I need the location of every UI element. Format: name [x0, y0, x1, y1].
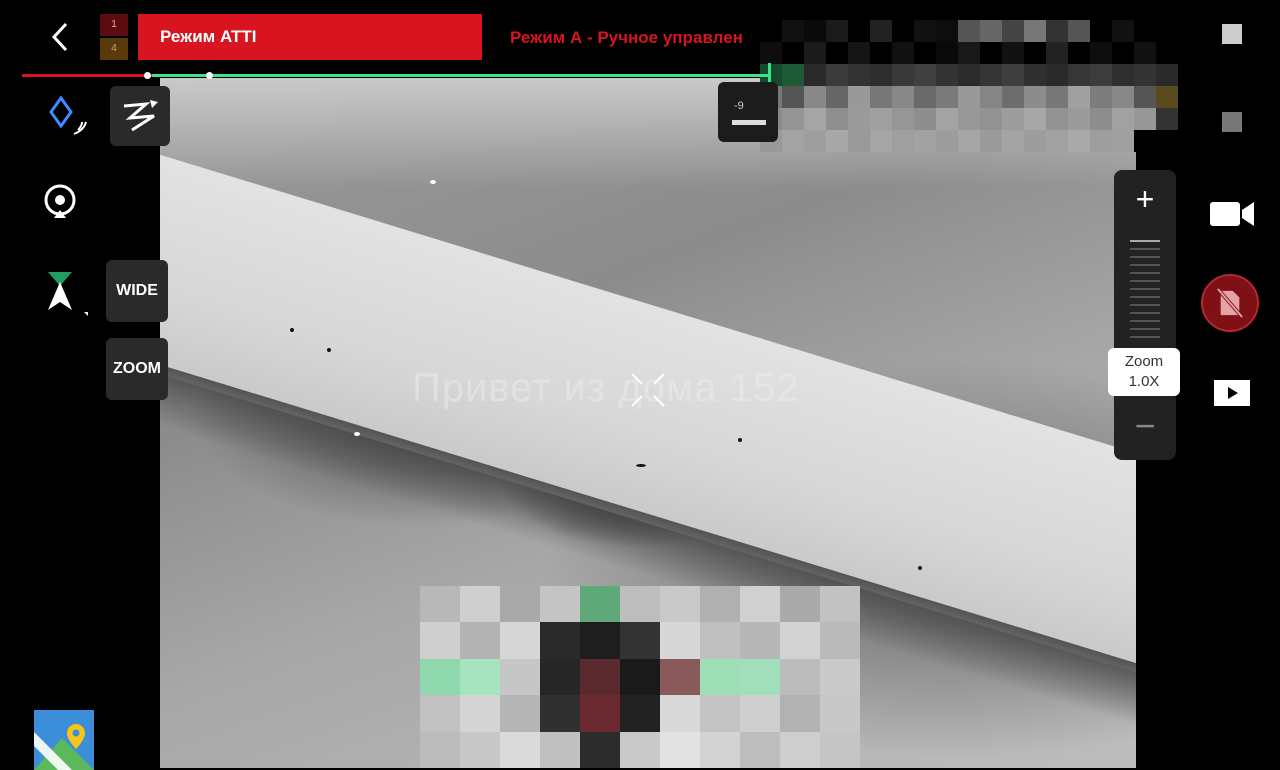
status-progress-bar: [22, 63, 772, 85]
flight-mode-badge[interactable]: Режим ATTI: [138, 14, 482, 60]
thermal-camera-feed[interactable]: Привет из дома 152: [160, 78, 1136, 768]
map-button[interactable]: [34, 710, 94, 770]
video-camera-icon[interactable]: [1208, 196, 1256, 232]
battery-cell: 1: [100, 14, 128, 36]
thermal-speck: [738, 438, 742, 442]
diamond-signal-icon[interactable]: [44, 94, 92, 142]
thermal-speck: [918, 566, 922, 570]
zoom-readout: Zoom 1.0X: [1108, 348, 1180, 396]
back-button[interactable]: [46, 20, 76, 54]
zoom-out-button[interactable]: −: [1114, 398, 1176, 458]
censor-mosaic-top: [760, 20, 1200, 152]
video-watermark: Привет из дома 152: [412, 366, 800, 410]
battery-cell: 4: [100, 38, 128, 60]
thermal-speck: [636, 464, 646, 467]
zoom-slider[interactable]: [1130, 240, 1160, 348]
thermal-hotspot: [430, 180, 436, 184]
flight-mode-description: Режим А - Ручное управлен: [510, 28, 743, 47]
telemetry-widget: -9: [718, 82, 778, 142]
no-sd-card-icon: [1216, 287, 1244, 319]
progress-segment-green: [152, 74, 770, 77]
thermal-hotspot: [354, 432, 360, 436]
status-indicator: [1222, 112, 1242, 132]
zoom-lens-button[interactable]: ZOOM: [106, 338, 168, 400]
zoom-in-button[interactable]: +: [1114, 170, 1176, 230]
status-indicator: [1222, 24, 1242, 44]
target-pin-icon[interactable]: [40, 182, 80, 222]
thermal-speck: [290, 328, 294, 332]
telemetry-bar: [732, 120, 766, 125]
battery-indicator: 1 4: [100, 14, 128, 62]
progress-marker: [144, 72, 151, 79]
zoom-readout-label: Zoom: [1124, 353, 1164, 370]
crosshair-icon: [631, 373, 665, 407]
progress-segment-red: [22, 74, 152, 77]
progress-marker: [206, 72, 213, 79]
censor-mosaic: [420, 586, 860, 768]
playback-icon: [1228, 387, 1238, 399]
zoom-readout-value: 1.0X: [1128, 373, 1160, 390]
playback-button[interactable]: [1214, 380, 1250, 406]
flight-route-icon: [123, 100, 158, 132]
telemetry-value: -9: [734, 100, 744, 112]
record-button[interactable]: [1201, 274, 1259, 332]
flight-route-button[interactable]: [110, 86, 170, 146]
thermal-speck: [327, 348, 331, 352]
wide-lens-button[interactable]: WIDE: [106, 260, 168, 322]
north-arrow-icon[interactable]: [42, 270, 92, 320]
zoom-control: + Zoom 1.0X −: [1108, 170, 1180, 460]
